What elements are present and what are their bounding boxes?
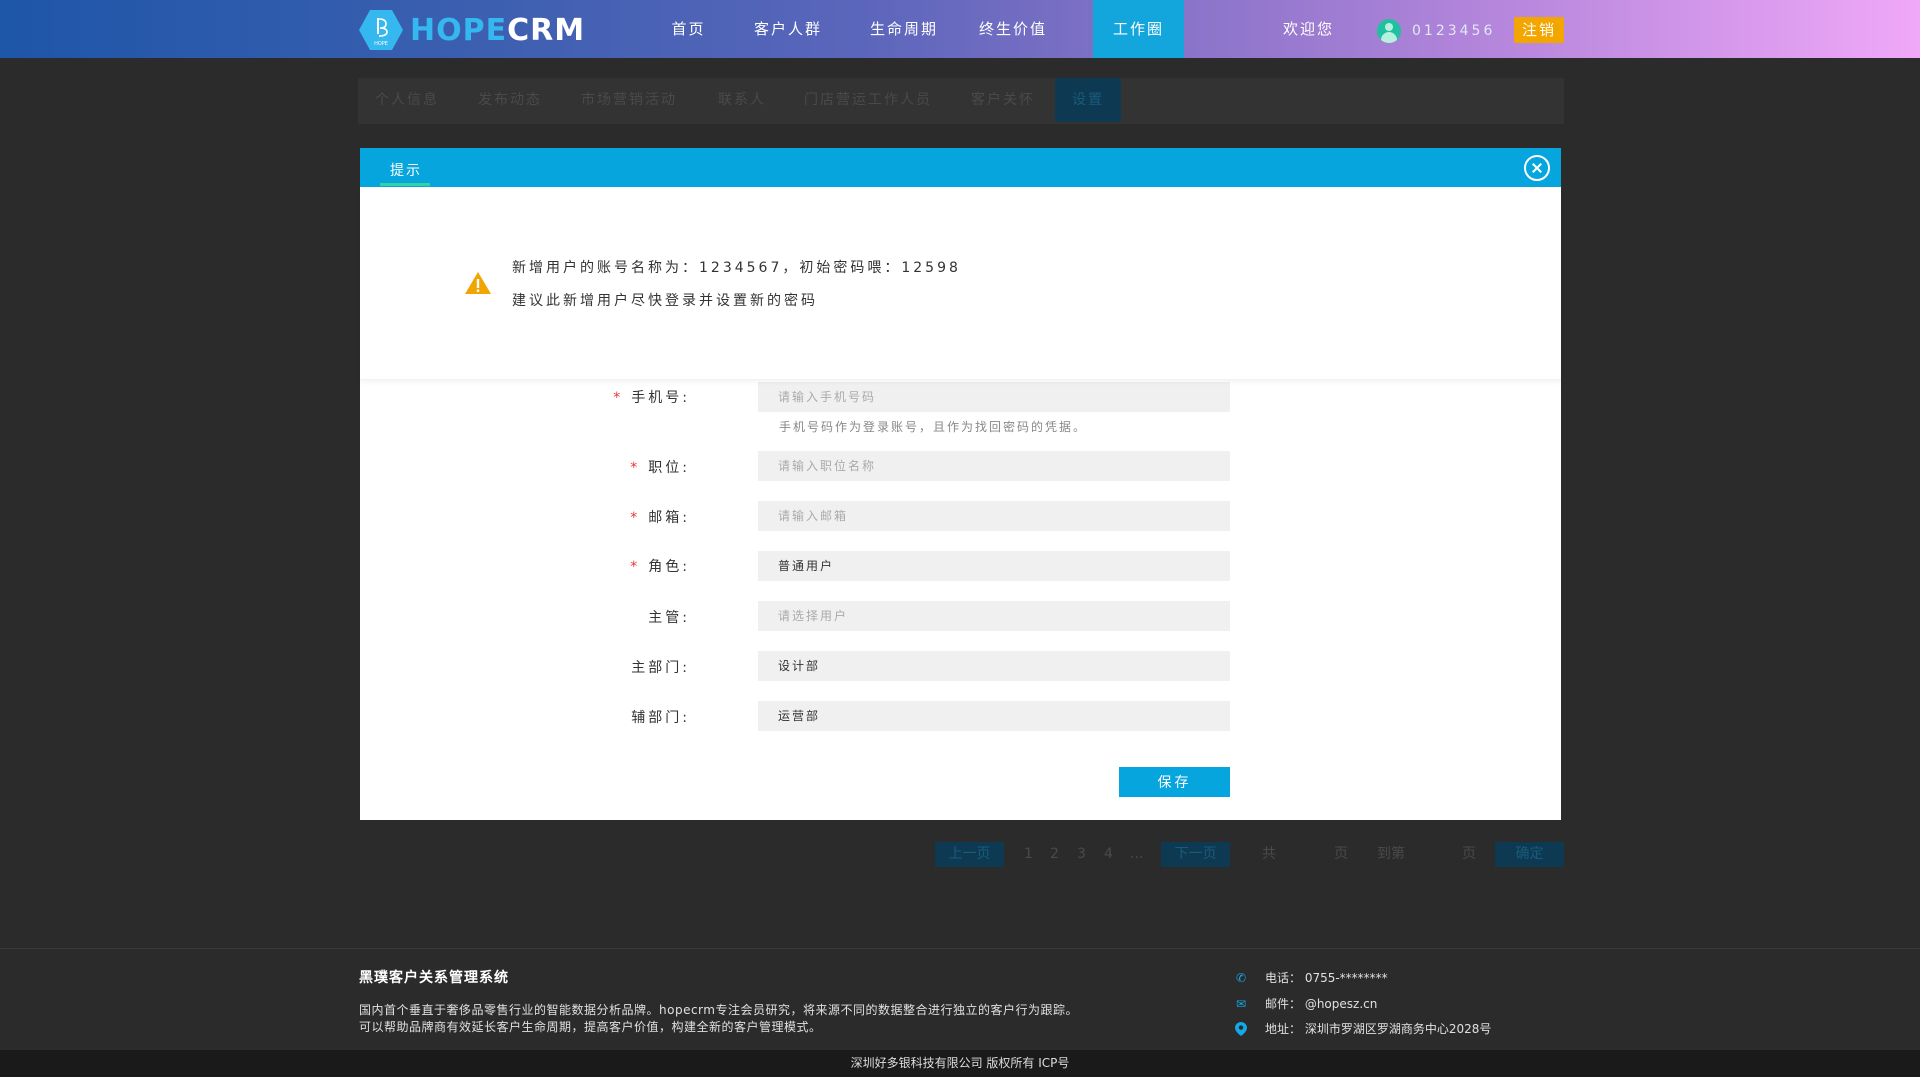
location-pin-icon <box>1233 1021 1249 1036</box>
footer-desc-1: 国内首个垂直于奢侈品零售行业的智能数据分析品牌。hopecrm专注会员研究，将来… <box>359 1003 1078 1017</box>
logo-text-hope: HOPE <box>410 12 508 48</box>
dialog-title: 提示 <box>390 163 422 179</box>
position-label: * 职位: <box>630 460 690 476</box>
top-header: HOPE HOPECRM 首页 客户人群 生命周期 终生价值 工作圈 欢迎您 0… <box>0 0 1920 58</box>
notice-dialog: 提示 *手机号: 手机号码作为登录账号，且作为找回密码的凭据。 *职位: *邮箱… <box>360 148 1561 820</box>
logout-button[interactable]: 注销 <box>1514 17 1564 43</box>
pager-prev-button: 上一页 <box>935 842 1004 867</box>
notice-advice: 建议此新增用户尽快登录并设置新的密码 <box>512 293 818 309</box>
warning-icon <box>465 272 491 294</box>
footer-desc-2: 可以帮助品牌商有效延长客户生命周期，提高客户价值，构建全新的客户管理模式。 <box>359 1020 822 1034</box>
footer: 黑璞客户关系管理系统 国内首个垂直于奢侈品零售行业的智能数据分析品牌。hopec… <box>0 948 1920 1050</box>
phone-input[interactable] <box>758 382 1230 412</box>
logo-text: HOPECRM <box>410 13 585 48</box>
bg-tab-customer-care: 客户关怀 <box>971 92 1035 108</box>
phone-icon: ✆ <box>1235 970 1247 985</box>
role-label: * 角色: <box>630 559 690 575</box>
sub-dept-select[interactable]: 运营部 <box>758 701 1230 731</box>
mail-icon: ✉ <box>1235 996 1247 1011</box>
pager-total-suffix: 页 <box>1334 846 1348 862</box>
pager-page-3: 3 <box>1077 846 1086 862</box>
nav-home[interactable]: 首页 <box>660 0 717 58</box>
save-button[interactable]: 保存 <box>1119 767 1230 797</box>
manager-label: 主管: <box>648 610 690 626</box>
logo-text-crm: CRM <box>507 12 586 48</box>
logo[interactable]: HOPE HOPECRM <box>358 10 585 50</box>
email-label: * 邮箱: <box>630 510 690 526</box>
bg-tab-settings: 设置 <box>1055 78 1121 122</box>
phone-label: * 手机号: <box>613 390 690 406</box>
pager-page-1: 1 <box>1024 846 1033 862</box>
dialog-header: 提示 <box>360 148 1561 187</box>
pager-page-4: 4 <box>1104 846 1113 862</box>
nav-work-circle[interactable]: 工作圈 <box>1093 0 1184 58</box>
nav-customer-groups[interactable]: 客户人群 <box>748 0 828 58</box>
nav-lifetime-value[interactable]: 终生价值 <box>973 0 1053 58</box>
bg-tab-post-updates: 发布动态 <box>478 92 542 108</box>
main-dept-select[interactable]: 设计部 <box>758 651 1230 681</box>
phone-hint: 手机号码作为登录账号，且作为找回密码的凭据。 <box>779 420 1088 434</box>
email-input[interactable] <box>758 501 1230 531</box>
footer-email: ✉ 邮件： @hopesz.cn <box>1233 995 1377 1012</box>
pager-next-button: 下一页 <box>1161 842 1230 867</box>
sub-dept-label: 辅部门: <box>631 710 690 726</box>
bg-tab-store-staff: 门店营运工作人员 <box>804 92 932 108</box>
position-input[interactable] <box>758 451 1230 481</box>
copyright: 深圳好多银科技有限公司 版权所有 ICP号 <box>0 1050 1920 1077</box>
logo-mark-text: HOPE <box>374 41 388 47</box>
logo-hexagon-icon: HOPE <box>358 9 404 51</box>
main-dept-label: 主部门: <box>631 660 690 676</box>
footer-address: 地址： 深圳市罗湖区罗湖商务中心2028号 <box>1233 1020 1491 1037</box>
notice-panel: 新增用户的账号名称为：1234567，初始密码喂：12598 建议此新增用户尽快… <box>360 187 1561 380</box>
username: 0123456 <box>1412 23 1496 39</box>
pager-page-2: 2 <box>1050 846 1059 862</box>
pager-ellipsis: ... <box>1130 846 1144 862</box>
footer-title: 黑璞客户关系管理系统 <box>359 970 509 986</box>
pager-goto-suffix: 页 <box>1462 846 1476 862</box>
user-avatar-icon[interactable] <box>1377 19 1401 43</box>
role-select[interactable]: 普通用户 <box>758 551 1230 581</box>
dialog-title-underline <box>380 183 430 186</box>
close-icon[interactable] <box>1524 155 1550 181</box>
pager-goto-label: 到第 <box>1377 846 1405 862</box>
nav-lifecycle[interactable]: 生命周期 <box>864 0 944 58</box>
pager-total-prefix: 共 <box>1262 846 1276 862</box>
bg-tab-personal-info: 个人信息 <box>375 92 439 108</box>
bg-tab-marketing: 市场营销活动 <box>581 92 677 108</box>
footer-phone: ✆ 电话： 0755-******** <box>1233 969 1388 986</box>
bg-tab-contacts: 联系人 <box>718 92 766 108</box>
welcome-text: 欢迎您 <box>1283 20 1335 38</box>
pager-confirm-button: 确定 <box>1495 842 1564 867</box>
notice-account-info: 新增用户的账号名称为：1234567，初始密码喂：12598 <box>512 260 961 276</box>
manager-select[interactable]: 请选择用户 <box>758 601 1230 631</box>
